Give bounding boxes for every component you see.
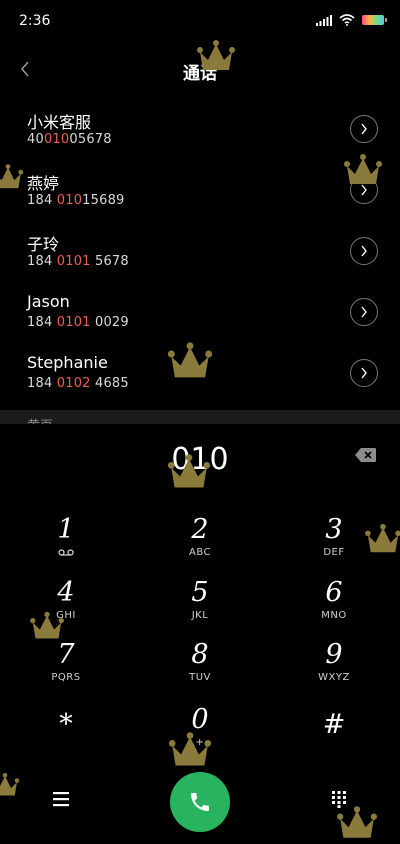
crown-icon bbox=[344, 154, 382, 184]
key-4[interactable]: 4 GHI bbox=[6, 577, 126, 633]
contact-row[interactable]: 燕婷 184 01015689 bbox=[0, 161, 400, 222]
crown-icon bbox=[197, 40, 235, 70]
voicemail-icon bbox=[58, 549, 74, 556]
key-digit: 9 bbox=[325, 639, 343, 670]
matched-digits: 010 bbox=[56, 193, 83, 208]
contact-name: Stephanie bbox=[27, 353, 108, 372]
key-9[interactable]: 9 WXYZ bbox=[274, 639, 394, 695]
contact-detail-button[interactable] bbox=[350, 115, 378, 143]
key-digit: 6 bbox=[325, 577, 343, 608]
contact-number: 184 01015689 bbox=[27, 193, 125, 208]
matched-digits: 010 bbox=[43, 132, 70, 147]
contact-detail-button[interactable] bbox=[350, 237, 378, 265]
chevron-right-icon bbox=[361, 306, 367, 318]
key-letters: TUV bbox=[189, 672, 211, 683]
crown-icon bbox=[167, 342, 213, 378]
crown-icon bbox=[0, 164, 24, 189]
crown-icon bbox=[168, 732, 212, 766]
backspace-icon bbox=[355, 448, 376, 462]
crown-icon bbox=[30, 611, 64, 639]
crown-icon bbox=[167, 454, 211, 488]
contact-number: 184 0102 4685 bbox=[27, 376, 129, 391]
crown-icon bbox=[0, 773, 20, 796]
call-button[interactable] bbox=[170, 772, 230, 832]
key-digit: 7 bbox=[57, 639, 75, 670]
matched-digits: 0101 bbox=[56, 254, 91, 269]
key-digit: 8 bbox=[191, 639, 209, 670]
key-digit: 4 bbox=[57, 577, 75, 608]
key-hash[interactable]: # bbox=[274, 709, 394, 765]
contact-row[interactable]: Jason 184 0101 0029 bbox=[0, 283, 400, 344]
contact-name: 燕婷 bbox=[27, 174, 60, 193]
contact-number: 184 0101 5678 bbox=[27, 254, 129, 269]
battery-icon bbox=[362, 15, 387, 25]
wifi-icon bbox=[339, 14, 355, 26]
key-6[interactable]: 6 MNO bbox=[274, 577, 394, 633]
key-letters: ABC bbox=[188, 547, 211, 558]
key-digit: 2 bbox=[191, 514, 209, 545]
contact-detail-button[interactable] bbox=[350, 359, 378, 387]
phone-icon bbox=[191, 793, 209, 811]
backspace-button[interactable] bbox=[354, 446, 378, 464]
chevron-right-icon bbox=[361, 367, 367, 379]
contact-row[interactable]: 小米客服 4001005678 bbox=[0, 100, 400, 161]
key-letters: GHI bbox=[56, 610, 76, 621]
matched-digits: 0102 bbox=[56, 376, 91, 391]
signal-icon bbox=[316, 14, 332, 26]
key-digit: 1 bbox=[57, 514, 75, 545]
menu-button[interactable] bbox=[50, 790, 72, 808]
chevron-right-icon bbox=[361, 245, 367, 257]
crown-icon bbox=[337, 806, 377, 838]
key-digit: # bbox=[322, 709, 346, 740]
status-time: 2:36 bbox=[19, 13, 51, 29]
key-letters: MNO bbox=[321, 610, 347, 621]
menu-icon bbox=[53, 792, 69, 807]
contact-row[interactable]: 子玲 184 0101 5678 bbox=[0, 222, 400, 283]
status-icons bbox=[316, 14, 387, 26]
key-letters: PQRS bbox=[51, 672, 81, 683]
contact-name: 小米客服 bbox=[27, 113, 92, 132]
key-digit: 5 bbox=[191, 577, 209, 608]
key-8[interactable]: 8 TUV bbox=[140, 639, 260, 695]
contact-name: 子玲 bbox=[27, 235, 60, 254]
contact-number: 184 0101 0029 bbox=[27, 315, 129, 330]
section-strip: 黄页 bbox=[0, 410, 400, 424]
matched-digits: 0101 bbox=[56, 315, 91, 330]
chevron-right-icon bbox=[361, 123, 367, 135]
section-header: 黄页 bbox=[27, 415, 53, 424]
contact-detail-button[interactable] bbox=[350, 298, 378, 326]
crown-icon bbox=[365, 523, 400, 553]
key-digit: * bbox=[59, 709, 73, 740]
key-star[interactable]: * bbox=[6, 709, 126, 765]
key-2[interactable]: 2 ABC bbox=[140, 514, 260, 570]
contact-name: Jason bbox=[27, 292, 70, 311]
contact-number: 4001005678 bbox=[27, 132, 112, 147]
key-5[interactable]: 5 JKL bbox=[140, 577, 260, 633]
key-letters: JKL bbox=[191, 610, 209, 621]
key-7[interactable]: 7 PQRS bbox=[6, 639, 126, 695]
key-letters: WXYZ bbox=[318, 672, 350, 683]
key-1[interactable]: 1 bbox=[6, 514, 126, 570]
